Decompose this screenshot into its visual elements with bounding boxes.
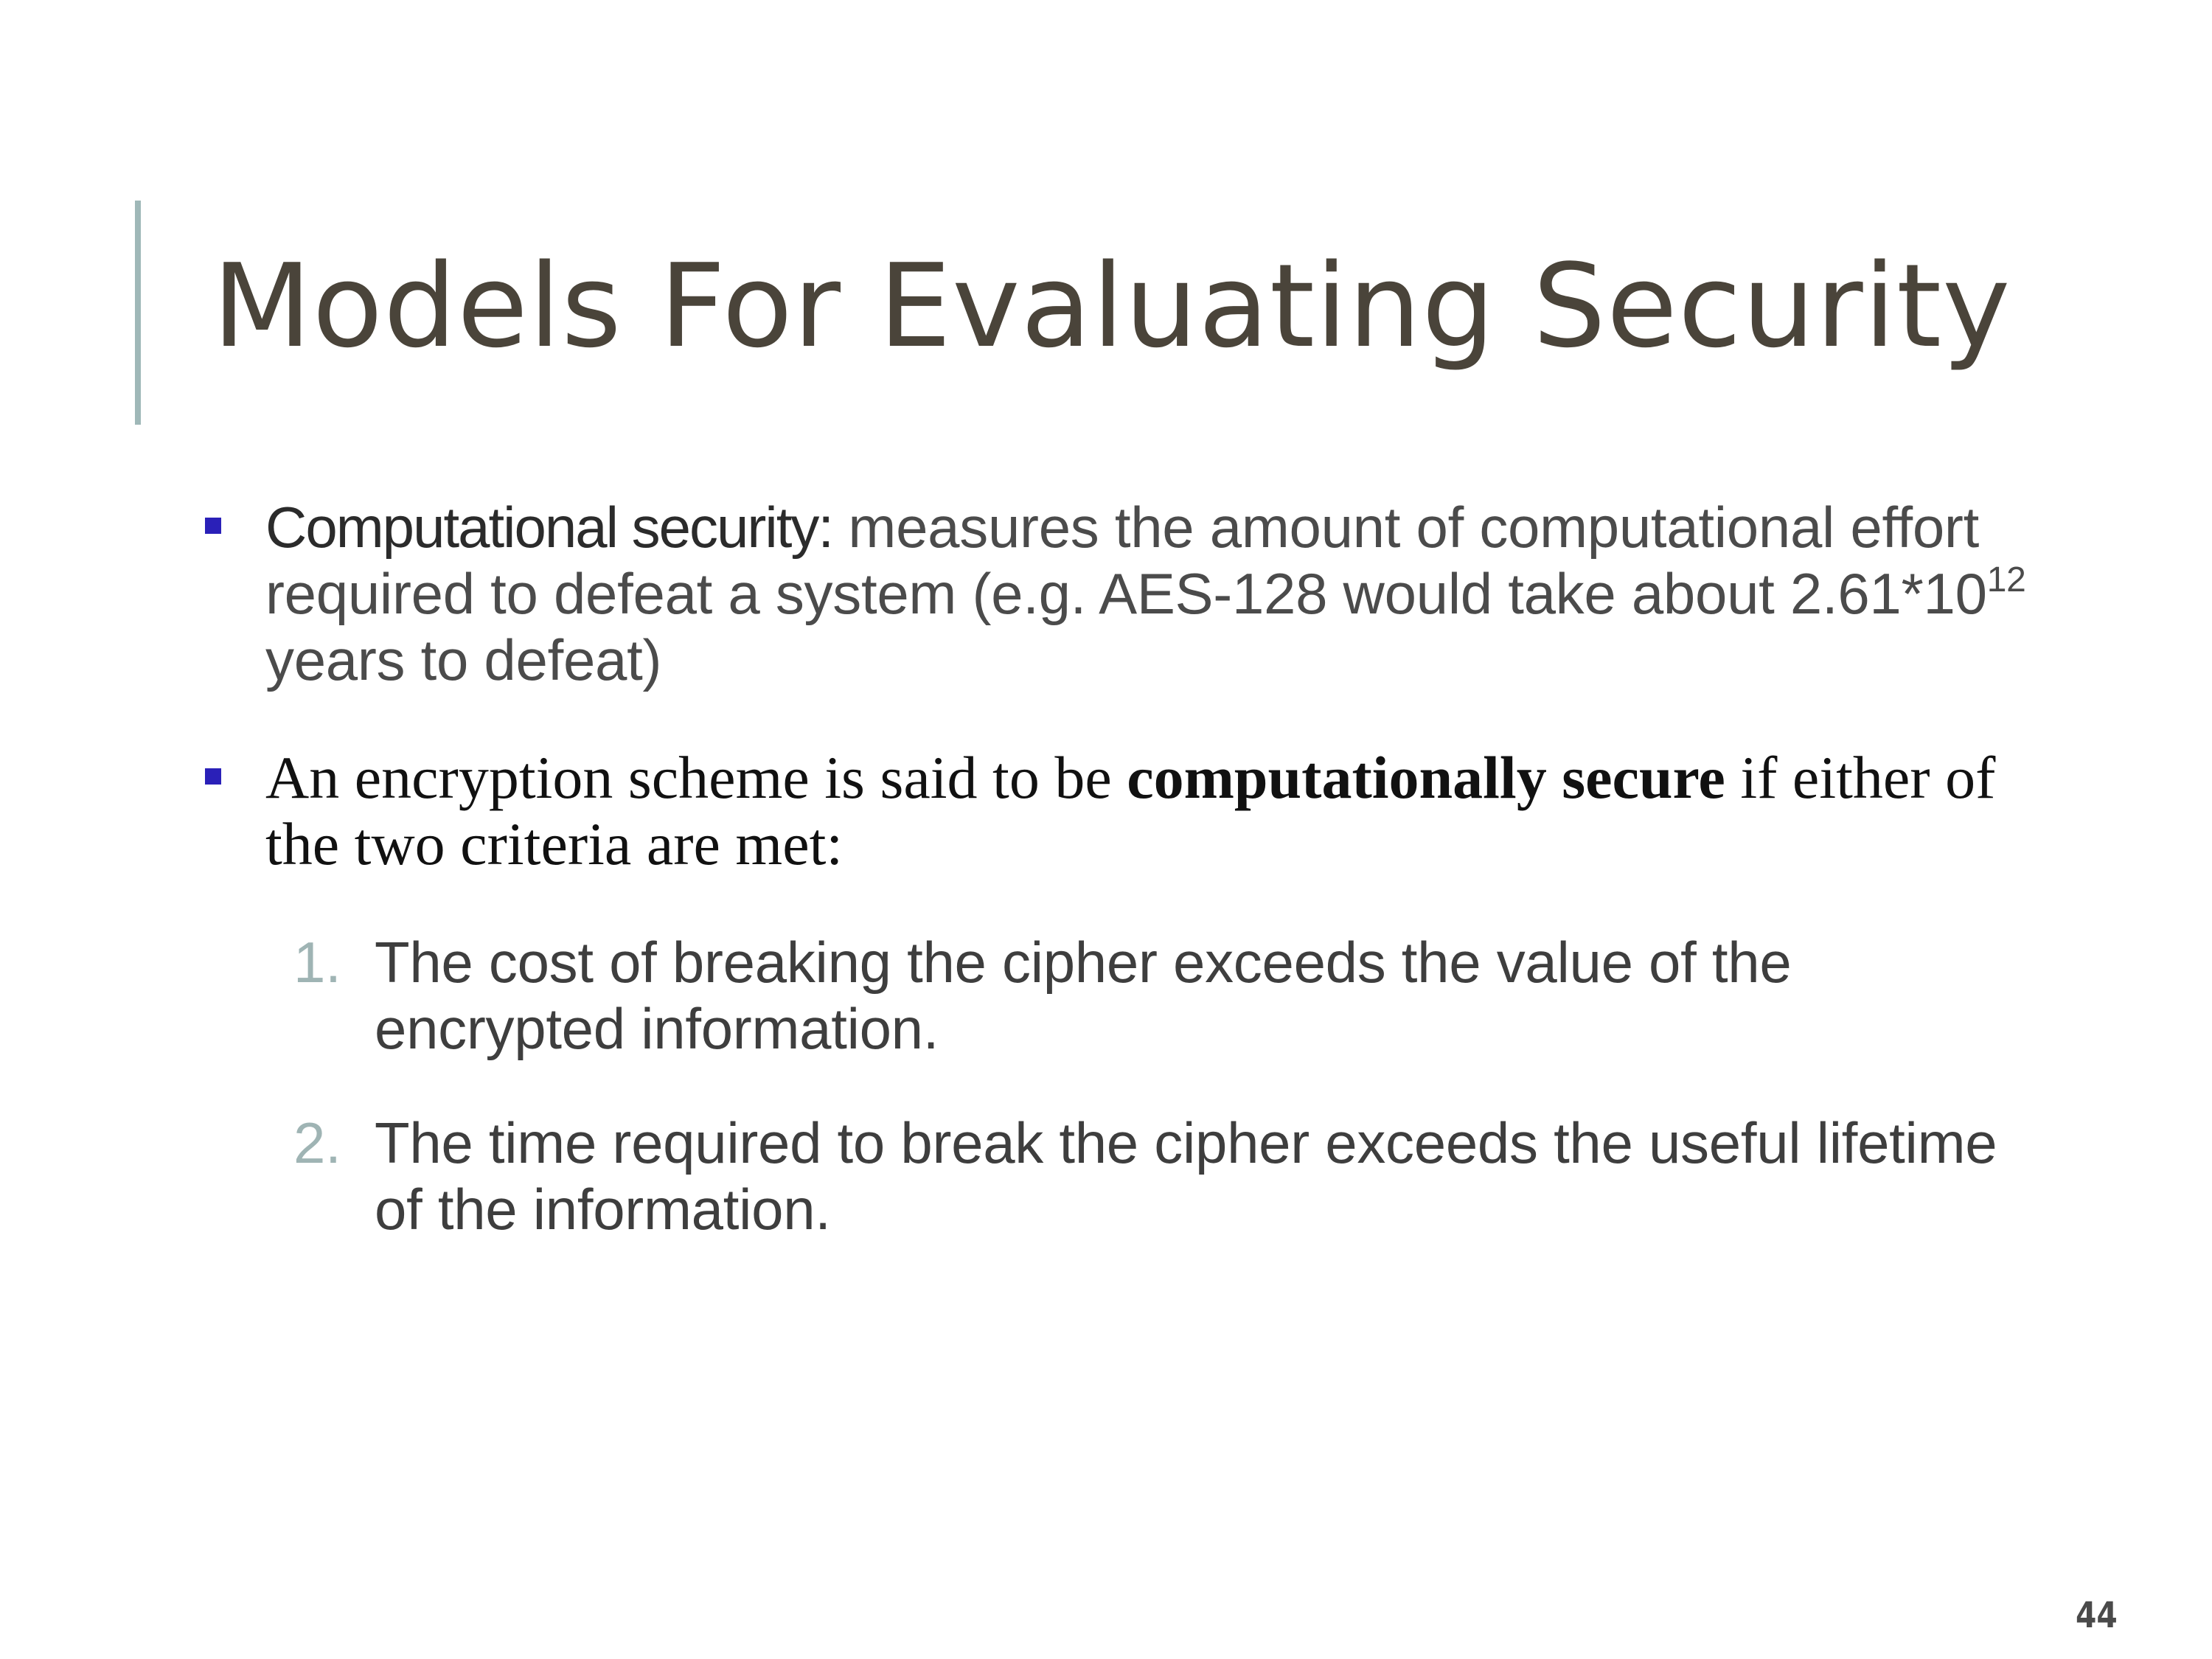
title-accent-bar — [135, 201, 141, 425]
criteria-text: The time required to break the cipher ex… — [375, 1110, 1997, 1242]
criteria-text: The cost of breaking the cipher exceeds … — [375, 930, 1792, 1061]
criteria-item: 2. The time required to break the cipher… — [293, 1110, 2042, 1242]
criteria-item: 1. The cost of breaking the cipher excee… — [293, 929, 2042, 1062]
slide-title: Models For Evaluating Security — [212, 239, 2011, 373]
square-bullet-icon — [205, 768, 221, 785]
criteria-number: 2. — [293, 1110, 341, 1175]
criteria-number: 1. — [293, 930, 341, 995]
page-number: 44 — [2076, 1595, 2118, 1636]
bullet-computationally-secure: An encryption scheme is said to be compu… — [199, 745, 2042, 877]
bold-term: computationally secure — [1127, 744, 1725, 811]
bullet-text-end: years to defeat) — [265, 627, 662, 692]
square-bullet-icon — [205, 518, 221, 534]
slide-content: Computational security: measures the amo… — [199, 494, 2042, 1242]
bullet-lead: Computational security: — [265, 495, 834, 560]
bullet-text: An encryption scheme is said to be — [265, 744, 1127, 811]
bullet-computational-security: Computational security: measures the amo… — [199, 494, 2042, 693]
criteria-list: 1. The cost of breaking the cipher excee… — [199, 929, 2042, 1242]
exponent: 12 — [1986, 560, 2026, 599]
slide: Models For Evaluating Security Computati… — [0, 0, 2212, 1659]
